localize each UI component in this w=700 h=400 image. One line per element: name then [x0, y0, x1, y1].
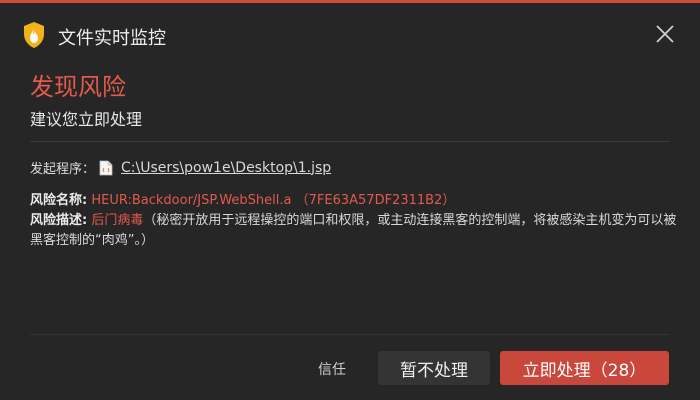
- alert-subheadline: 建议您立即处理: [30, 110, 143, 129]
- risk-name-row: 风险名称: HEUR:Backdoor/JSP.WebShell.a （7FE6…: [30, 191, 680, 211]
- source-file-path[interactable]: C:\Users\pow1e\Desktop\1.jsp: [121, 160, 331, 176]
- title-bar: 文件实时监控: [0, 3, 700, 65]
- source-row: 发起程序： C:\Users\pow1e\Desktop\1.jsp: [30, 158, 331, 178]
- risk-desc-type: 后门病毒: [91, 213, 144, 228]
- window-title: 文件实时监控: [58, 28, 166, 49]
- alert-headline: 发现风险: [30, 73, 126, 101]
- risk-name-value: HEUR:Backdoor/JSP.WebShell.a （7FE63A57DF…: [91, 193, 456, 208]
- risk-desc-row: 风险描述: 后门病毒（秘密开放用于远程操控的端口和权限，或主动连接黑客的控制端，…: [30, 211, 680, 251]
- close-icon[interactable]: [654, 23, 676, 45]
- jsp-file-icon: [99, 160, 113, 175]
- ignore-button[interactable]: 暂不处理: [378, 351, 490, 385]
- alert-window: 文件实时监控 发现风险 建议您立即处理 发起程序： C:\Users\pow1e…: [0, 0, 700, 400]
- risk-name-label: 风险名称:: [30, 193, 88, 208]
- trust-button[interactable]: 信任: [318, 359, 346, 379]
- handle-now-button[interactable]: 立即处理（28）: [500, 351, 669, 385]
- risk-details: 风险名称: HEUR:Backdoor/JSP.WebShell.a （7FE6…: [30, 191, 680, 251]
- shield-flame-icon: [24, 22, 44, 48]
- risk-desc-label: 风险描述:: [30, 213, 88, 228]
- source-label: 发起程序：: [30, 162, 96, 177]
- divider: [30, 334, 670, 335]
- divider: [30, 141, 670, 142]
